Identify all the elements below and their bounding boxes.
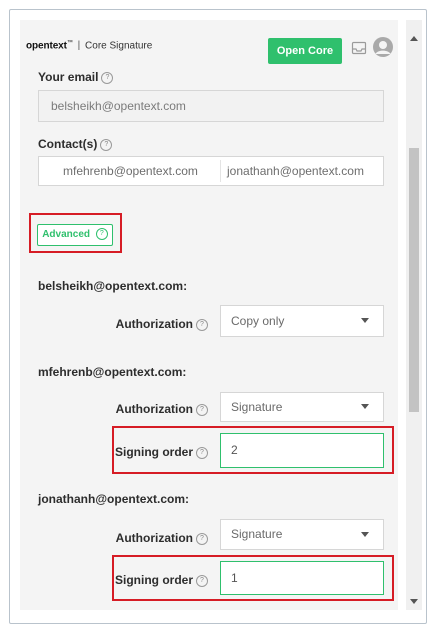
- authorization-label: Authorization?: [116, 317, 208, 331]
- contact-chip[interactable]: mfehrenb@opentext.com: [63, 164, 198, 178]
- chip-divider: [220, 160, 221, 182]
- help-icon[interactable]: ?: [101, 71, 114, 84]
- chevron-down-icon: [361, 532, 369, 537]
- contacts-field[interactable]: mfehrenb@opentext.com jonathanh@opentext…: [38, 156, 384, 186]
- authorization-label: Authorization?: [116, 402, 208, 416]
- authorization-select[interactable]: Copy only: [220, 305, 384, 337]
- highlight-box-signing-order: [112, 426, 394, 474]
- inbox-icon[interactable]: [351, 40, 367, 61]
- your-email-label: Your email?: [38, 70, 114, 84]
- help-icon[interactable]: ?: [196, 403, 208, 416]
- panel-header: opentext™ | Core Signature Open Core: [20, 20, 398, 70]
- scrollbar-thumb[interactable]: [409, 148, 419, 412]
- help-icon[interactable]: ?: [196, 532, 208, 545]
- vertical-scrollbar[interactable]: [406, 20, 422, 610]
- chevron-down-icon: [361, 318, 369, 323]
- contacts-label: Contact(s)?: [38, 137, 113, 151]
- authorization-label: Authorization?: [116, 531, 208, 545]
- highlight-box-signing-order: [112, 555, 394, 601]
- authorization-select[interactable]: Signature: [220, 519, 384, 550]
- open-core-button[interactable]: Open Core: [268, 38, 342, 64]
- your-email-field[interactable]: belsheikh@opentext.com: [38, 90, 384, 122]
- chevron-down-icon: [361, 404, 369, 409]
- authorization-select[interactable]: Signature: [220, 392, 384, 422]
- help-icon[interactable]: ?: [100, 138, 113, 151]
- core-signature-panel: opentext™ | Core Signature Open Core You…: [20, 20, 398, 610]
- user-avatar-icon[interactable]: [372, 36, 394, 63]
- scroll-up-arrow-icon[interactable]: [410, 36, 418, 41]
- signer-email-heading: jonathanh@opentext.com:: [38, 492, 190, 506]
- highlight-box-advanced: [29, 213, 122, 253]
- contact-chip[interactable]: jonathanh@opentext.com: [227, 164, 364, 178]
- help-icon[interactable]: ?: [196, 318, 208, 331]
- opentext-logo: opentext™ | Core Signature: [26, 40, 153, 52]
- signer-email-heading: mfehrenb@opentext.com:: [38, 365, 187, 379]
- scroll-down-arrow-icon[interactable]: [410, 599, 418, 604]
- signer-email-heading: belsheikh@opentext.com:: [38, 279, 188, 293]
